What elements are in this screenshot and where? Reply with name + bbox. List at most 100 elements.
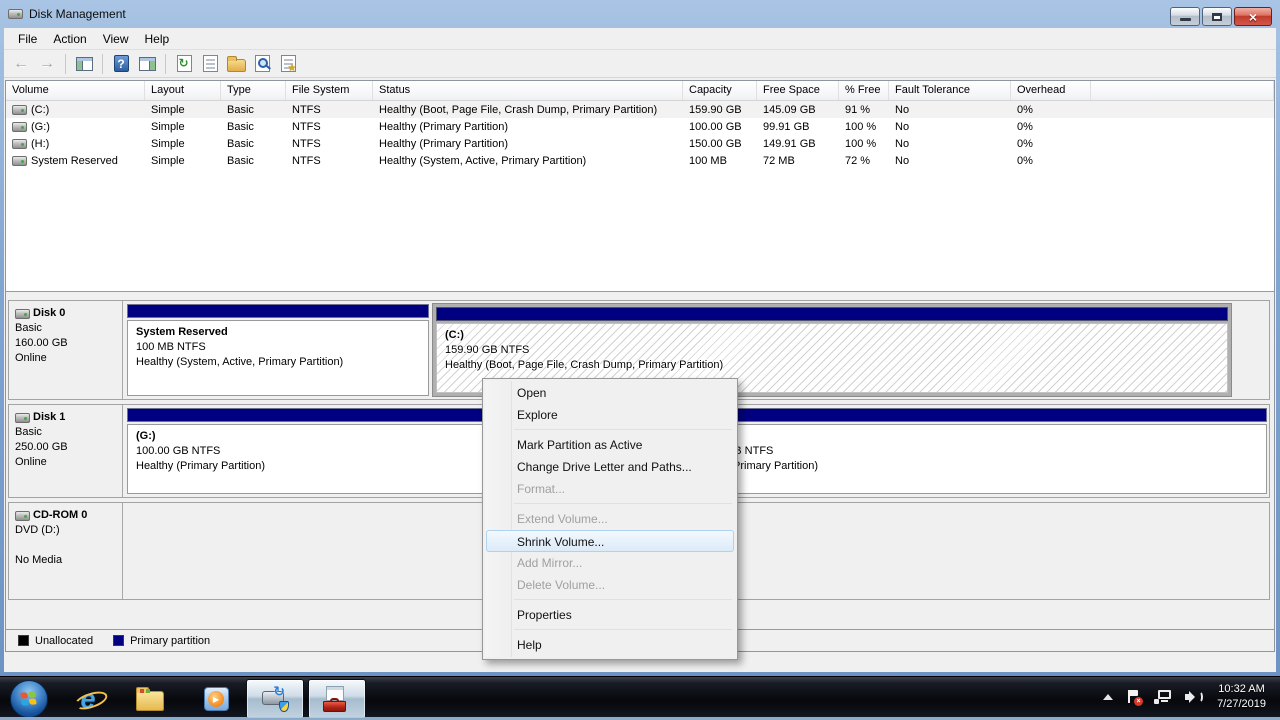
- volume-icon: [12, 105, 27, 115]
- volume-list: Volume Layout Type File System Status Ca…: [6, 81, 1274, 291]
- toolbar-separator: [102, 54, 103, 74]
- minimize-button[interactable]: [1170, 7, 1200, 26]
- volume-icon: [12, 156, 27, 166]
- taskbar-windows-explorer[interactable]: [126, 679, 174, 719]
- menu-view[interactable]: View: [95, 30, 137, 48]
- menu-item-extend-volume: Extend Volume...: [483, 508, 737, 530]
- menu-item-mark-partition-active[interactable]: Mark Partition as Active: [483, 434, 737, 456]
- taskbar-toolbox[interactable]: [308, 679, 366, 719]
- menu-item-properties[interactable]: Properties: [483, 604, 737, 626]
- start-orb-icon: [10, 680, 48, 718]
- start-button[interactable]: [8, 679, 50, 719]
- primary-partition-strip: [127, 304, 429, 318]
- taskbar-internet-explorer[interactable]: e: [64, 679, 112, 719]
- menu-action[interactable]: Action: [45, 30, 94, 48]
- legend-unallocated: Unallocated: [35, 635, 93, 647]
- unallocated-swatch: [18, 635, 29, 646]
- cdrom-label-panel[interactable]: CD-ROM 0 DVD (D:) No Media: [9, 503, 123, 599]
- menu-item-help[interactable]: Help: [483, 634, 737, 656]
- column-header-faulttolerance[interactable]: Fault Tolerance: [889, 81, 1011, 100]
- partition-system-reserved[interactable]: System Reserved 100 MB NTFS Healthy (Sys…: [127, 304, 429, 396]
- disk-kind: Basic: [15, 425, 116, 440]
- volume-icon[interactable]: [1185, 691, 1203, 703]
- table-row[interactable]: (C:) Simple Basic NTFS Healthy (Boot, Pa…: [6, 101, 1274, 118]
- app-icon: [8, 9, 23, 19]
- search-icon[interactable]: [251, 53, 273, 75]
- menu-item-delete-volume: Delete Volume...: [483, 574, 737, 596]
- close-icon: ×: [1249, 10, 1257, 24]
- menu-item-shrink-volume[interactable]: Shrink Volume...: [486, 530, 734, 552]
- table-row[interactable]: (H:) Simple Basic NTFS Healthy (Primary …: [6, 135, 1274, 152]
- menu-item-change-drive-letter[interactable]: Change Drive Letter and Paths...: [483, 456, 737, 478]
- menu-item-add-mirror: Add Mirror...: [483, 552, 737, 574]
- disk0-label-panel[interactable]: Disk 0 Basic 160.00 GB Online: [9, 301, 123, 399]
- menu-separator: [514, 503, 732, 504]
- menu-bar: File Action View Help: [4, 28, 1276, 50]
- show-hidden-icons-icon[interactable]: [1103, 694, 1113, 700]
- column-header-pctfree[interactable]: % Free: [839, 81, 889, 100]
- partition-h[interactable]: (H:) 150.00 GB NTFS Healthy (Primary Par…: [680, 408, 1267, 494]
- action-pane-icon[interactable]: [136, 53, 158, 75]
- primary-partition-strip: [436, 307, 1228, 321]
- taskbar-disk-management[interactable]: ↻: [246, 679, 304, 719]
- toolbar: ← → ? ↻ ★: [4, 50, 1276, 78]
- refresh-icon[interactable]: ↻: [173, 53, 195, 75]
- action-center-flag-icon[interactable]: ×: [1127, 690, 1140, 705]
- tray-time: 10:32 AM: [1217, 682, 1266, 697]
- table-row[interactable]: System Reserved Simple Basic NTFS Health…: [6, 152, 1274, 169]
- system-tray: × 10:32 AM 7/27/2019: [1103, 677, 1280, 717]
- manage-icon[interactable]: ★: [277, 53, 299, 75]
- menu-separator: [514, 629, 732, 630]
- maximize-icon: [1212, 13, 1222, 21]
- menu-item-open[interactable]: Open: [483, 382, 737, 404]
- column-header-filler: [1091, 81, 1274, 100]
- toolbar-separator: [65, 54, 66, 74]
- window-title: Disk Management: [29, 7, 126, 21]
- volume-list-header: Volume Layout Type File System Status Ca…: [6, 81, 1274, 101]
- column-header-freespace[interactable]: Free Space: [757, 81, 839, 100]
- disk-icon: [15, 413, 30, 423]
- disk-management-icon: ↻: [261, 687, 289, 711]
- column-header-filesystem[interactable]: File System: [286, 81, 373, 100]
- forward-icon[interactable]: →: [36, 53, 58, 75]
- disk-size: [15, 538, 116, 553]
- menu-file[interactable]: File: [10, 30, 45, 48]
- menu-separator: [514, 429, 732, 430]
- minimize-icon: [1180, 18, 1191, 21]
- disk-kind: Basic: [15, 321, 116, 336]
- network-icon[interactable]: [1154, 690, 1171, 704]
- column-header-status[interactable]: Status: [373, 81, 683, 100]
- menu-item-explore[interactable]: Explore: [483, 404, 737, 426]
- back-icon[interactable]: ←: [10, 53, 32, 75]
- tray-date: 7/27/2019: [1217, 697, 1266, 712]
- maximize-button[interactable]: [1202, 7, 1232, 26]
- disk-state: No Media: [15, 553, 116, 568]
- windows-explorer-icon: [136, 691, 164, 711]
- column-header-type[interactable]: Type: [221, 81, 286, 100]
- volume-icon: [12, 139, 27, 149]
- open-folder-icon[interactable]: [225, 53, 247, 75]
- legend-primary-partition: Primary partition: [130, 635, 210, 647]
- properties-icon[interactable]: [199, 53, 221, 75]
- column-header-volume[interactable]: Volume: [6, 81, 145, 100]
- cdrom-icon: [15, 511, 30, 521]
- table-row[interactable]: (G:) Simple Basic NTFS Healthy (Primary …: [6, 118, 1274, 135]
- menu-help[interactable]: Help: [137, 30, 178, 48]
- column-header-layout[interactable]: Layout: [145, 81, 221, 100]
- column-header-capacity[interactable]: Capacity: [683, 81, 757, 100]
- help-icon[interactable]: ?: [110, 53, 132, 75]
- console-tree-icon[interactable]: [73, 53, 95, 75]
- titlebar[interactable]: Disk Management ×: [0, 0, 1280, 28]
- disk-size: 250.00 GB: [15, 440, 116, 455]
- context-menu: Open Explore Mark Partition as Active Ch…: [482, 378, 738, 660]
- toolbox-icon: [323, 686, 351, 712]
- media-player-icon: ▶: [204, 687, 229, 711]
- tray-clock[interactable]: 10:32 AM 7/27/2019: [1217, 682, 1266, 712]
- screen: Disk Management × File Action View Help …: [0, 0, 1280, 720]
- disk-size: 160.00 GB: [15, 336, 116, 351]
- taskbar-media-player[interactable]: ▶: [192, 679, 240, 719]
- primary-partition-swatch: [113, 635, 124, 646]
- column-header-overhead[interactable]: Overhead: [1011, 81, 1091, 100]
- close-button[interactable]: ×: [1234, 7, 1272, 26]
- disk1-label-panel[interactable]: Disk 1 Basic 250.00 GB Online: [9, 405, 123, 497]
